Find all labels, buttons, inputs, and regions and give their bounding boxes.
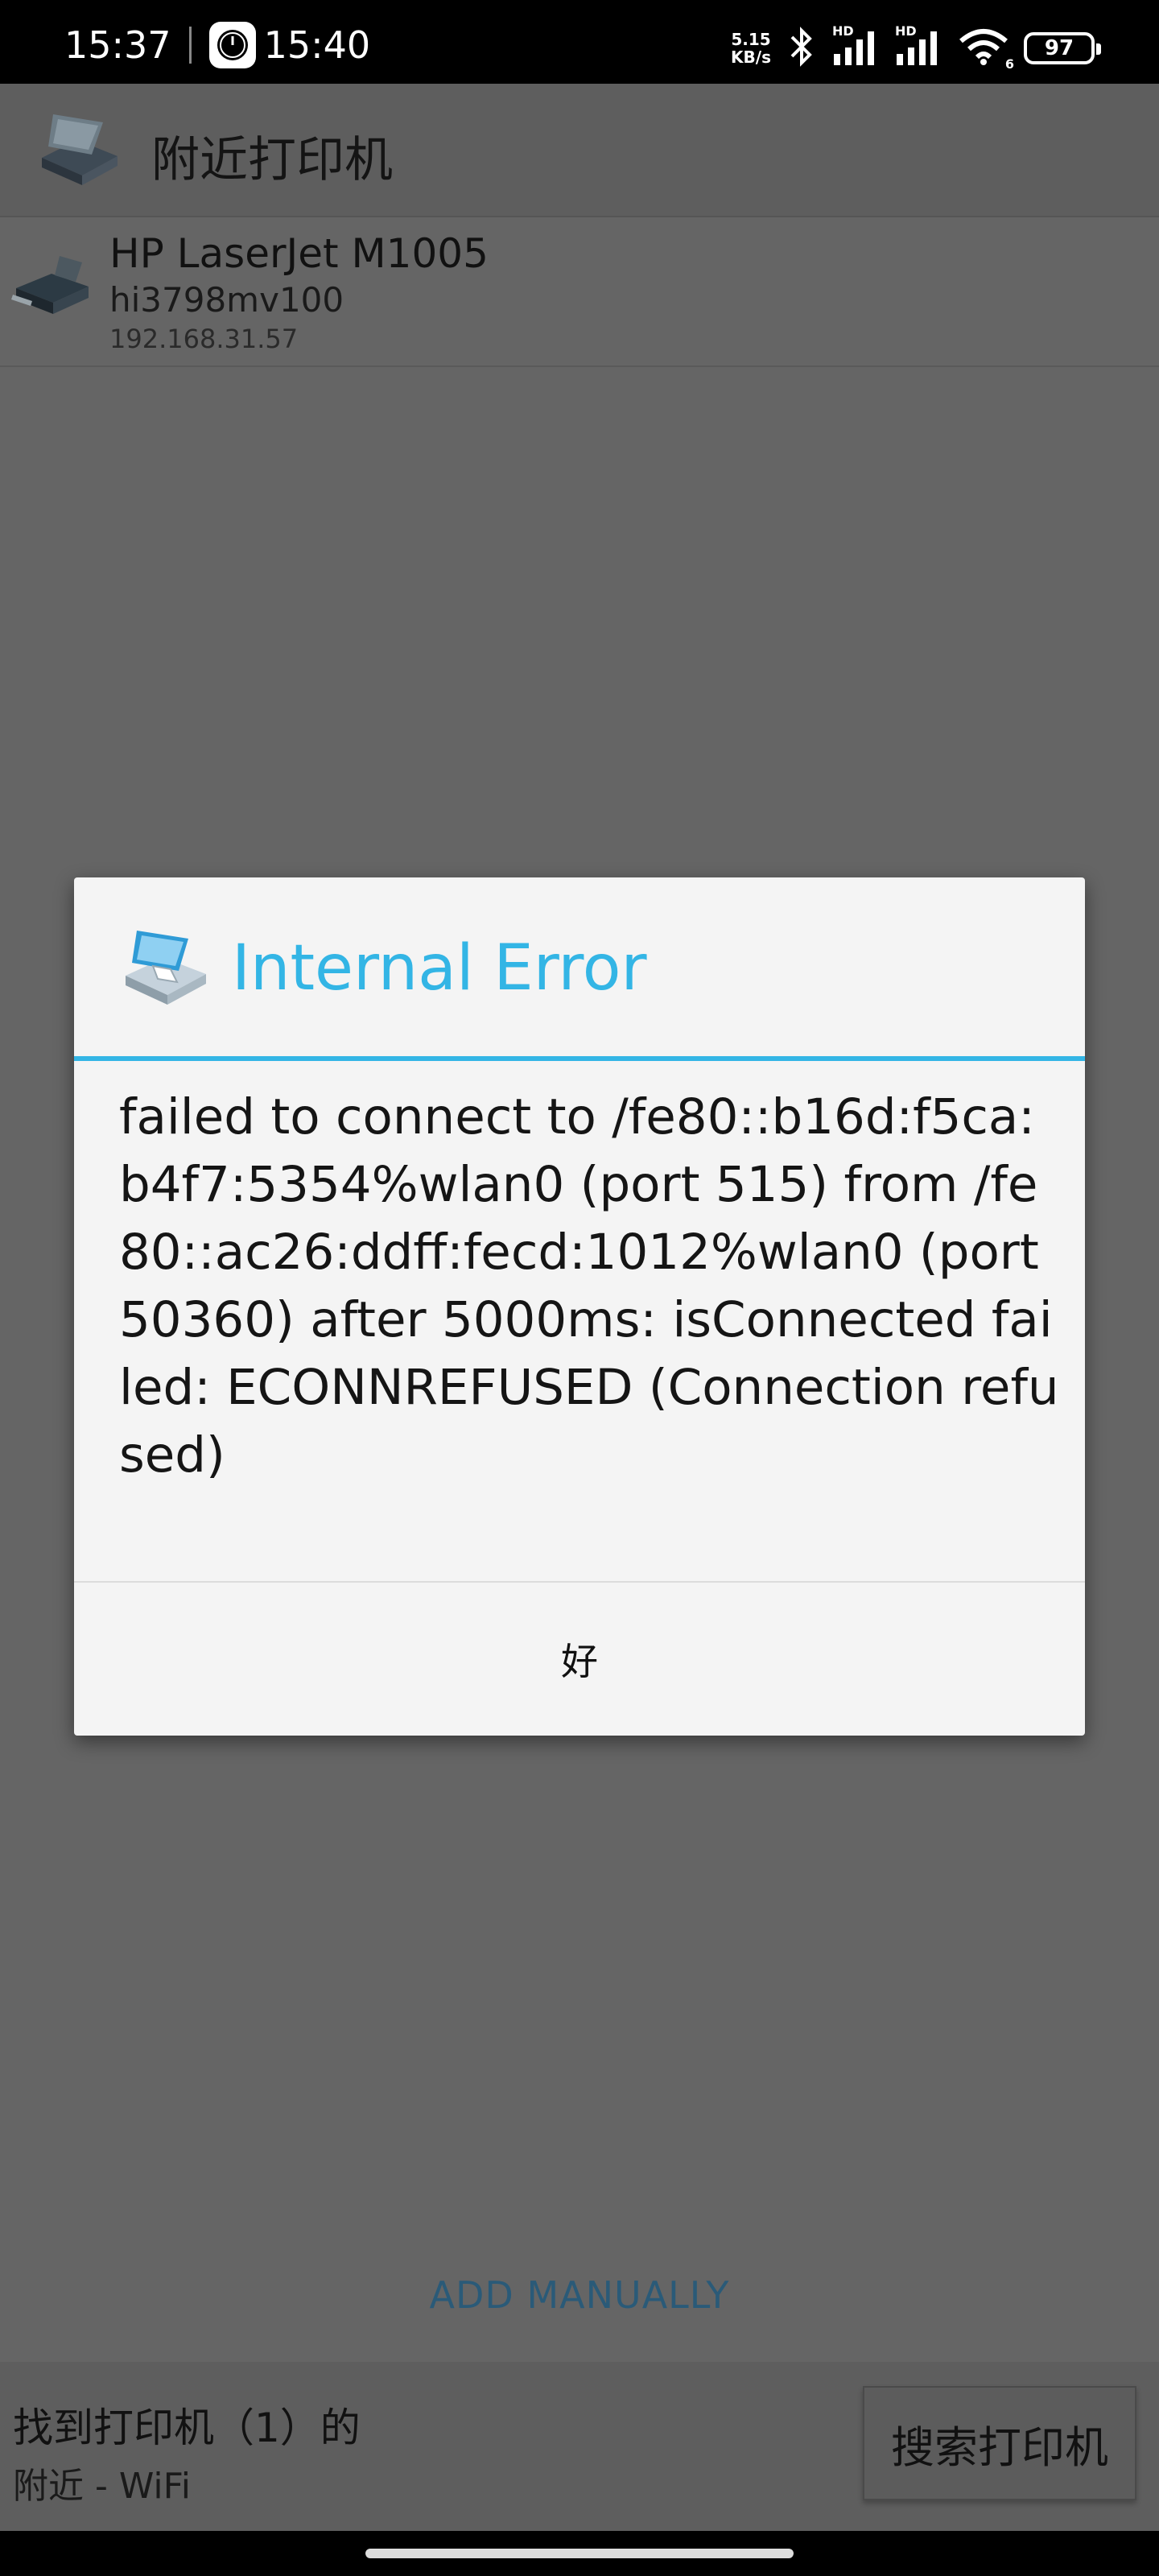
wifi-label: 6 bbox=[1004, 56, 1014, 72]
dialog-message: failed to connect to /fe80::b16d:f5ca:b4… bbox=[119, 1088, 1059, 1484]
home-gesture-handle[interactable] bbox=[365, 2549, 794, 2558]
net-speed: 5.15 KB/s bbox=[731, 31, 771, 66]
printer-name: HP LaserJet M1005 bbox=[109, 230, 489, 277]
signal-icon: HD bbox=[895, 23, 943, 70]
page-title: 附近打印机 bbox=[151, 132, 393, 188]
status-icons: 5.15 KB/s HD HD 6 97 bbox=[731, 23, 1101, 72]
battery-level: 97 bbox=[1044, 36, 1074, 60]
found-printers-text: 找到打印机（1）的 bbox=[13, 2405, 361, 2451]
printer-list-item[interactable]: HP LaserJet M1005 hi3798mv100 192.168.31… bbox=[0, 217, 1159, 367]
printer-app-logo-icon bbox=[121, 923, 211, 1011]
status-time-left: 15:37 bbox=[64, 23, 171, 67]
search-printers-button[interactable]: 搜索打印机 bbox=[863, 2386, 1136, 2500]
ok-button[interactable]: 好 bbox=[74, 1583, 1085, 1736]
bluetooth-icon bbox=[786, 26, 818, 71]
app-bar: 附近打印机 bbox=[0, 84, 1159, 217]
status-separator bbox=[188, 27, 192, 64]
found-printers-subtext: 附近 - WiFi bbox=[13, 2466, 191, 2507]
bottom-bar: 找到打印机（1）的 附近 - WiFi 搜索打印机 bbox=[0, 2362, 1159, 2531]
dialog-title: Internal Error bbox=[232, 932, 647, 1005]
signal-icon: HD bbox=[832, 23, 881, 70]
navigation-bar bbox=[0, 2531, 1159, 2576]
net-speed-unit: KB/s bbox=[731, 47, 771, 67]
net-speed-value: 5.15 bbox=[731, 30, 771, 49]
signal-hd-label: HD bbox=[895, 23, 917, 39]
printer-app-logo-icon bbox=[34, 108, 124, 192]
error-dialog: Internal Error failed to connect to /fe8… bbox=[74, 877, 1085, 1736]
status-time-group: 15:37 15:40 bbox=[64, 22, 371, 68]
battery-icon: 97 bbox=[1024, 32, 1101, 64]
dialog-header: Internal Error bbox=[74, 877, 1085, 1059]
status-time-right: 15:40 bbox=[263, 23, 371, 67]
printer-ip: 192.168.31.57 bbox=[109, 324, 299, 354]
printer-icon bbox=[11, 250, 93, 322]
signal-hd-label: HD bbox=[832, 23, 854, 39]
status-bar: 15:37 15:40 5.15 KB/s HD HD 6 97 bbox=[0, 0, 1159, 84]
add-manually-button[interactable]: ADD MANUALLY bbox=[0, 2273, 1159, 2317]
wifi-icon: 6 bbox=[958, 27, 1014, 72]
printer-host: hi3798mv100 bbox=[109, 280, 344, 320]
dialog-title-divider bbox=[74, 1056, 1085, 1061]
clock-icon bbox=[208, 22, 256, 68]
